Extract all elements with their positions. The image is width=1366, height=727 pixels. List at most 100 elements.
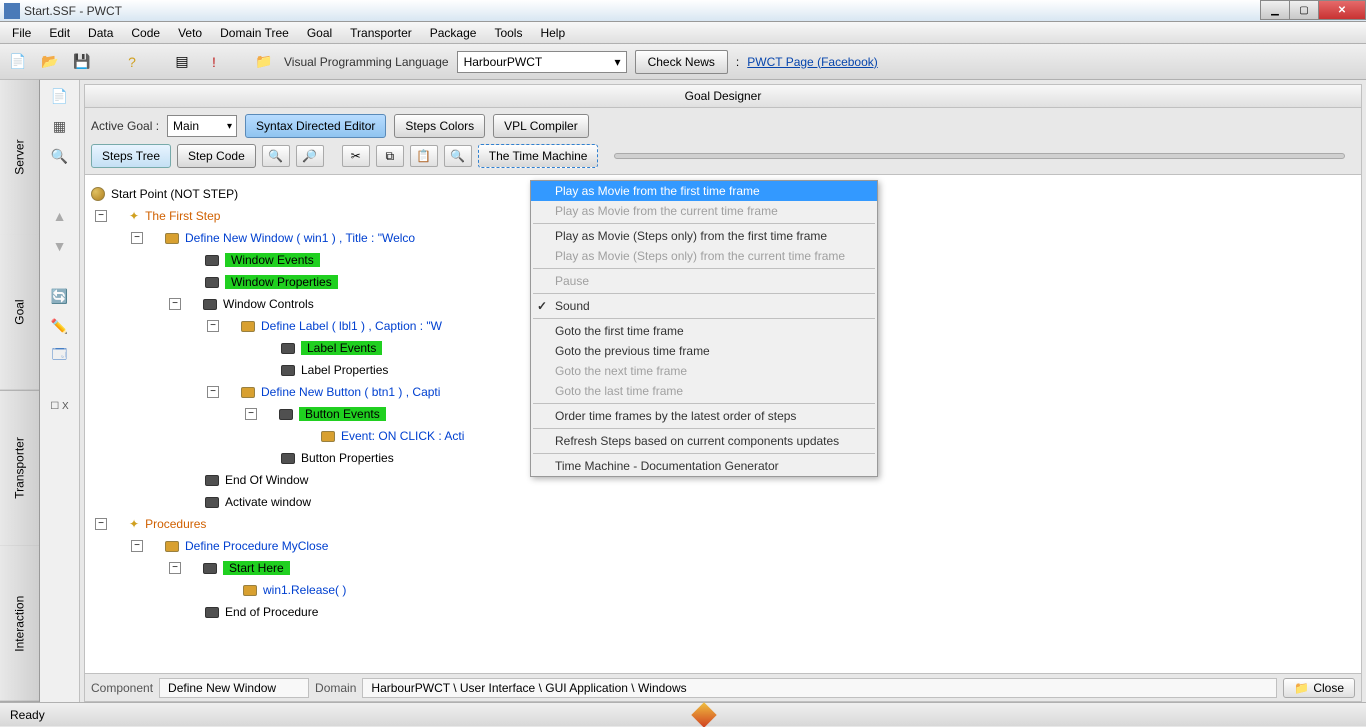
- grid-icon[interactable]: ▦: [50, 116, 70, 136]
- sidetab-server[interactable]: Server: [0, 80, 39, 235]
- search-icon[interactable]: 🔍: [50, 146, 70, 166]
- time-machine-menu: Play as Movie from the first time frameP…: [530, 180, 878, 477]
- vpl-compiler-button[interactable]: VPL Compiler: [493, 114, 589, 138]
- designer-row-2: Steps Tree Step Code 🔍 🔎 ✂ ⧉ 📋 🔍 The Tim…: [85, 144, 1361, 174]
- menu-item[interactable]: Sound: [531, 296, 877, 316]
- step-code-button[interactable]: Step Code: [177, 144, 256, 168]
- expander-icon[interactable]: −: [207, 320, 219, 332]
- step-icon: [203, 563, 217, 574]
- expander-icon[interactable]: −: [131, 540, 143, 552]
- step-icon: [165, 541, 179, 552]
- menu-transporter[interactable]: Transporter: [342, 24, 420, 42]
- close-button[interactable]: [1318, 0, 1366, 20]
- menu-code[interactable]: Code: [123, 24, 168, 42]
- menu-separator: [533, 453, 875, 454]
- expander-icon[interactable]: −: [95, 210, 107, 222]
- tree-node-win-release[interactable]: win1.Release( ): [91, 579, 1355, 601]
- expander-icon[interactable]: −: [207, 386, 219, 398]
- syntax-editor-button[interactable]: Syntax Directed Editor: [245, 114, 386, 138]
- menu-file[interactable]: File: [4, 24, 39, 42]
- refresh-icon[interactable]: 🔄: [50, 286, 70, 306]
- active-goal-label: Active Goal :: [91, 119, 159, 133]
- component-value: Define New Window: [159, 678, 309, 698]
- menu-item: Play as Movie from the current time fram…: [531, 201, 877, 221]
- tree-node-define-proc[interactable]: −Define Procedure MyClose: [91, 535, 1355, 557]
- menu-item[interactable]: Goto the previous time frame: [531, 341, 877, 361]
- time-machine-button[interactable]: The Time Machine: [478, 144, 599, 168]
- zoom-out-icon[interactable]: 🔎: [296, 145, 324, 167]
- help-icon[interactable]: ?: [120, 50, 144, 74]
- menubar: File Edit Data Code Veto Domain Tree Goa…: [0, 22, 1366, 44]
- step-icon: [203, 299, 217, 310]
- designer-row-1: Active Goal : Main Syntax Directed Edito…: [85, 108, 1361, 144]
- save-icon[interactable]: 💾: [70, 50, 94, 74]
- find-icon[interactable]: 🔍: [444, 145, 472, 167]
- close-designer-button[interactable]: 📁Close: [1283, 678, 1355, 698]
- sidetab-goal[interactable]: Goal: [0, 235, 39, 391]
- maximize-button[interactable]: [1289, 0, 1319, 20]
- status-bar: Ready: [0, 702, 1366, 726]
- vpl-select[interactable]: HarbourPWCT: [457, 51, 627, 73]
- menu-item[interactable]: Order time frames by the latest order of…: [531, 406, 877, 426]
- cut-icon[interactable]: ✂: [342, 145, 370, 167]
- toolbar: 📄 📂 💾 ? ▤ ! 📁 Visual Programming Languag…: [0, 44, 1366, 80]
- expander-icon[interactable]: −: [131, 232, 143, 244]
- expander-icon[interactable]: −: [95, 518, 107, 530]
- sidetab-transporter[interactable]: Transporter: [0, 391, 39, 547]
- menu-item[interactable]: Play as Movie (Steps only) from the firs…: [531, 226, 877, 246]
- expander-icon[interactable]: −: [169, 298, 181, 310]
- menu-item[interactable]: Refresh Steps based on current component…: [531, 431, 877, 451]
- form-icon[interactable]: ▤: [170, 50, 194, 74]
- menu-domain-tree[interactable]: Domain Tree: [212, 24, 297, 42]
- menu-separator: [533, 223, 875, 224]
- up-icon[interactable]: ▲: [50, 206, 70, 226]
- tree-node-start-here[interactable]: −Start Here: [91, 557, 1355, 579]
- pwct-page-link[interactable]: PWCT Page (Facebook): [747, 55, 878, 69]
- menu-data[interactable]: Data: [80, 24, 121, 42]
- folder-icon[interactable]: 📁: [252, 50, 276, 74]
- edit-icon[interactable]: ✏️: [50, 316, 70, 336]
- alert-icon[interactable]: !: [202, 50, 226, 74]
- status-ready: Ready: [10, 708, 45, 722]
- new-icon[interactable]: 📄: [6, 50, 30, 74]
- component-label: Component: [91, 681, 153, 695]
- sidetab-interaction[interactable]: Interaction: [0, 546, 39, 702]
- down-icon[interactable]: ▼: [50, 236, 70, 256]
- menu-item[interactable]: Time Machine - Documentation Generator: [531, 456, 877, 476]
- window-buttons: [1261, 0, 1366, 21]
- check-news-button[interactable]: Check News: [635, 50, 728, 74]
- page-icon[interactable]: 📄: [50, 86, 70, 106]
- x-icon[interactable]: ☐ X: [50, 396, 70, 416]
- globe-icon: [91, 187, 105, 201]
- side-tabs: Server Goal Transporter Interaction: [0, 80, 40, 702]
- steps-tree-button[interactable]: Steps Tree: [91, 144, 171, 168]
- expander-icon[interactable]: −: [245, 408, 257, 420]
- copy-icon[interactable]: ⧉: [376, 145, 404, 167]
- status-icon: [691, 702, 716, 727]
- tree-node-procedures[interactable]: −✦Procedures: [91, 513, 1355, 535]
- menu-separator: [533, 318, 875, 319]
- window-icon[interactable]: 🗔: [50, 346, 70, 366]
- zoom-in-icon[interactable]: 🔍: [262, 145, 290, 167]
- step-icon: [281, 343, 295, 354]
- step-icon: [321, 431, 335, 442]
- time-slider[interactable]: [614, 153, 1345, 159]
- tree-node-activate-window[interactable]: Activate window: [91, 491, 1355, 513]
- menu-edit[interactable]: Edit: [41, 24, 78, 42]
- minimize-button[interactable]: [1260, 0, 1290, 20]
- expander-icon[interactable]: −: [169, 562, 181, 574]
- tree-node-end-proc[interactable]: End of Procedure: [91, 601, 1355, 623]
- active-goal-select[interactable]: Main: [167, 115, 237, 137]
- menu-veto[interactable]: Veto: [170, 24, 210, 42]
- menu-item[interactable]: Goto the first time frame: [531, 321, 877, 341]
- menu-package[interactable]: Package: [422, 24, 485, 42]
- menu-tools[interactable]: Tools: [486, 24, 530, 42]
- domain-label: Domain: [315, 681, 356, 695]
- menu-item[interactable]: Play as Movie from the first time frame: [531, 181, 877, 201]
- menu-help[interactable]: Help: [532, 24, 573, 42]
- open-icon[interactable]: 📂: [38, 50, 62, 74]
- paste-icon[interactable]: 📋: [410, 145, 438, 167]
- steps-colors-button[interactable]: Steps Colors: [394, 114, 485, 138]
- menu-goal[interactable]: Goal: [299, 24, 340, 42]
- designer-title: Goal Designer: [84, 84, 1362, 107]
